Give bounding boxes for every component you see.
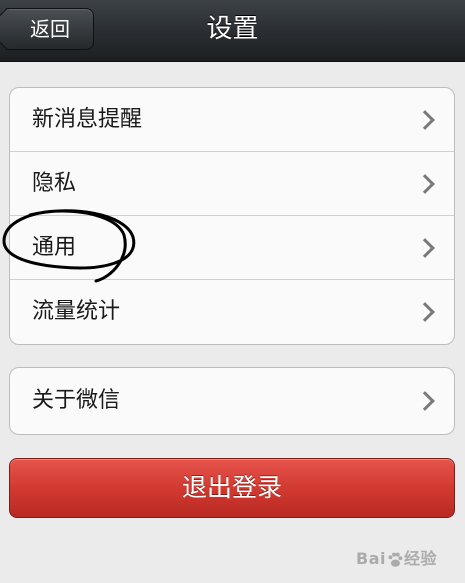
watermark-text-b: 经验 bbox=[403, 549, 437, 568]
settings-item-general[interactable]: 通用 bbox=[10, 216, 454, 280]
settings-item-label: 通用 bbox=[32, 235, 77, 260]
page-title: 设置 bbox=[206, 14, 259, 44]
settings-group-about: 关于微信 bbox=[9, 367, 455, 435]
settings-item-label: 隐私 bbox=[32, 171, 77, 196]
chevron-right-icon bbox=[415, 237, 435, 258]
chevron-right-icon bbox=[415, 109, 435, 130]
navigation-bar: 返回 设置 bbox=[0, 0, 465, 62]
watermark-text-a: Bai bbox=[356, 549, 386, 568]
chevron-right-icon bbox=[415, 302, 435, 322]
paw-icon bbox=[388, 552, 403, 567]
settings-item-label: 关于微信 bbox=[32, 388, 121, 413]
chevron-right-icon bbox=[415, 391, 435, 411]
settings-group-main: 新消息提醒 隐私 通用 流量统计 bbox=[9, 87, 455, 345]
settings-item-label: 新消息提醒 bbox=[32, 107, 143, 132]
logout-button[interactable]: 退出登录 bbox=[9, 458, 455, 518]
baidu-watermark: Bai 经验 bbox=[356, 545, 437, 569]
settings-item-privacy[interactable]: 隐私 bbox=[10, 152, 454, 216]
chevron-right-icon bbox=[415, 173, 435, 194]
settings-item-label: 流量统计 bbox=[32, 299, 121, 324]
settings-item-about-wechat[interactable]: 关于微信 bbox=[10, 368, 454, 434]
settings-item-data-usage[interactable]: 流量统计 bbox=[10, 280, 454, 344]
settings-item-new-message-alerts[interactable]: 新消息提醒 bbox=[10, 88, 454, 152]
